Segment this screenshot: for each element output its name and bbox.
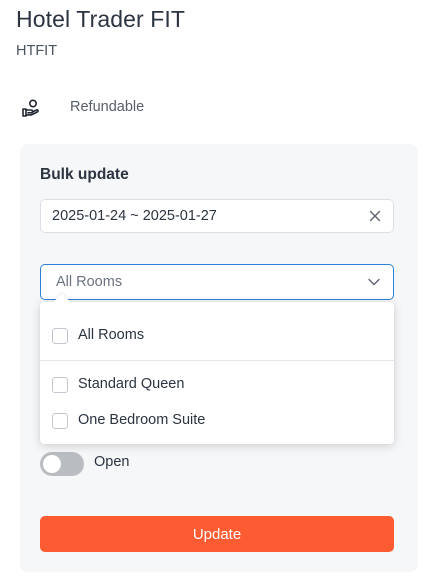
option-label: All Rooms xyxy=(78,327,145,343)
toggle-knob xyxy=(43,455,61,473)
room-option-standard-queen[interactable]: Standard Queen xyxy=(40,368,394,402)
hand-coin-icon xyxy=(20,97,42,119)
status-toggle-label: Open xyxy=(94,454,130,470)
room-select[interactable]: All Rooms xyxy=(40,264,394,300)
checkbox[interactable] xyxy=(52,377,68,393)
room-select-value: All Rooms xyxy=(56,274,123,290)
room-select-dropdown: All Rooms Standard Queen One Bedroom Sui… xyxy=(40,293,394,444)
clear-icon[interactable] xyxy=(367,208,383,224)
page-title: Hotel Trader FIT xyxy=(16,6,186,32)
option-label: One Bedroom Suite xyxy=(78,412,206,428)
option-label: Standard Queen xyxy=(78,376,185,392)
checkbox[interactable] xyxy=(52,328,68,344)
refundable-policy: Refundable xyxy=(20,96,144,120)
chevron-down-icon xyxy=(367,275,381,289)
checkbox[interactable] xyxy=(52,413,68,429)
hotel-code: HTFIT xyxy=(16,43,58,59)
status-toggle[interactable] xyxy=(40,452,84,476)
date-range-value: 2025-01-24 ~ 2025-01-27 xyxy=(52,208,217,224)
date-range-picker[interactable]: 2025-01-24 ~ 2025-01-27 xyxy=(40,199,394,233)
dropdown-divider xyxy=(40,360,394,361)
refundable-label: Refundable xyxy=(70,99,145,115)
update-button[interactable]: Update xyxy=(40,516,394,552)
room-option-all-rooms[interactable]: All Rooms xyxy=(40,319,394,353)
bulk-update-title: Bulk update xyxy=(40,166,129,183)
room-option-one-bedroom-suite[interactable]: One Bedroom Suite xyxy=(40,404,394,438)
